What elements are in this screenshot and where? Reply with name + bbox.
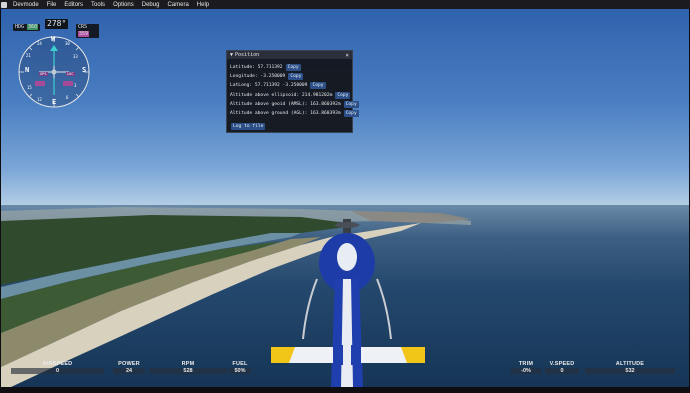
latlong-label: LatLong: 57.711392 -3.250009 — [230, 83, 308, 88]
compass-cardinal-w: W — [51, 35, 56, 43]
hud-trim: TRIM -0% — [511, 361, 541, 374]
compass-instrument: HDG 360 278° CRS 359 W N E S 24 30 33 3 … — [9, 19, 99, 109]
menu-options[interactable]: Options — [109, 2, 138, 8]
hud-airspeed: AIRSPEED 0 — [11, 361, 104, 374]
altitude-ellipsoid-label: Altitude above ellipsoid: 214.981202m — [230, 93, 333, 98]
vspeed-label: V.SPEED — [549, 361, 575, 367]
latitude-row: Latitude: 57.711392 Copy — [230, 64, 301, 71]
rpm-value: 528 — [149, 368, 227, 374]
trim-label: TRIM — [518, 361, 534, 367]
copy-latlong-button[interactable]: Copy — [310, 82, 326, 89]
altitude-amsl-label: Altitude above geoid (AMSL): 163.860392m — [230, 102, 341, 107]
fuel-value: 50% — [229, 368, 251, 374]
copy-longitude-button[interactable]: Copy — [288, 73, 304, 80]
copy-altitude-ellipsoid-button[interactable]: Copy — [335, 92, 351, 99]
power-label: POWER — [118, 361, 140, 367]
position-window-titlebar[interactable]: ▼ Position × — [227, 51, 352, 59]
hdg-label: HDG — [15, 24, 25, 30]
longitude-row: Longitude: -3.250009 Copy — [230, 73, 304, 80]
compass-cardinal-n: N — [25, 66, 30, 74]
altitude-ellipsoid-row: Altitude above ellipsoid: 214.981202m Co… — [230, 92, 351, 99]
hud-fuel: FUEL 50% — [229, 361, 251, 374]
menu-help[interactable]: Help — [193, 2, 213, 8]
compass-num-21: 21 — [26, 53, 31, 58]
hud-altitude: ALTITUDE 532 — [585, 361, 675, 374]
compass-num-6: 6 — [66, 95, 69, 100]
altitude-label: ALTITUDE — [615, 361, 645, 367]
collapse-arrow-icon[interactable]: ▼ — [230, 52, 233, 58]
altitude-agl-label: Altitude above ground (AGL): 163.860393m — [230, 111, 341, 116]
airspeed-label: AIRSPEED — [42, 361, 73, 367]
compass-cardinal-s: S — [82, 66, 87, 74]
compass-num-33: 33 — [73, 54, 78, 59]
menu-tools[interactable]: Tools — [87, 2, 109, 8]
copy-latitude-button[interactable]: Copy — [285, 64, 301, 71]
altitude-value: 532 — [585, 368, 675, 374]
loc-flag: LOC — [66, 72, 75, 76]
menu-devmode[interactable]: Devmode — [9, 2, 43, 8]
latlong-row: LatLong: 57.711392 -3.250009 Copy — [230, 82, 326, 89]
compass-num-24: 24 — [37, 41, 42, 46]
menu-editors[interactable]: Editors — [60, 2, 87, 8]
position-window-title: Position — [235, 52, 260, 58]
fuel-label: FUEL — [232, 361, 248, 367]
trim-value: -0% — [511, 368, 541, 374]
power-value: 24 — [113, 368, 145, 374]
menu-camera[interactable]: Camera — [163, 2, 192, 8]
hud-vspeed: V.SPEED 0 — [545, 361, 579, 374]
gps-flag: GPS — [39, 72, 48, 76]
latitude-label: Latitude: 57.711392 — [230, 65, 283, 70]
heading-readout: 278° — [45, 19, 69, 29]
position-window[interactable]: ▼ Position × Latitude: 57.711392 Copy Lo… — [226, 50, 359, 133]
longitude-label: Longitude: -3.250009 — [230, 74, 286, 79]
copy-altitude-agl-button[interactable]: Copy — [343, 110, 359, 117]
menu-file[interactable]: File — [43, 2, 61, 8]
rpm-label: RPM — [181, 361, 195, 367]
compass-num-30: 30 — [65, 41, 70, 46]
hud-rpm: RPM 528 — [149, 361, 227, 374]
airspeed-value: 0 — [11, 368, 104, 374]
menu-debug[interactable]: Debug — [138, 2, 164, 8]
compass-num-12: 12 — [37, 97, 42, 102]
flight-viewport[interactable]: HDG 360 278° CRS 359 W N E S 24 30 33 3 … — [1, 9, 689, 387]
log-to-file-button[interactable]: Log to file — [231, 123, 266, 130]
vspeed-value: 0 — [545, 368, 579, 374]
altitude-agl-row: Altitude above ground (AGL): 163.860393m… — [230, 110, 359, 117]
menu-bar: Devmode File Editors Tools Options Debug… — [0, 0, 690, 9]
log-row: Log to file — [228, 123, 266, 130]
copy-altitude-amsl-button[interactable]: Copy — [343, 101, 359, 108]
crs-label: CRS — [78, 24, 88, 30]
compass-num-3: 3 — [74, 83, 77, 88]
hdg-readout: HDG 360 — [13, 24, 41, 31]
flight-hud: AIRSPEED 0 POWER 24 RPM 528 FUEL 50% TRI… — [1, 361, 689, 381]
hud-power: POWER 24 — [113, 361, 145, 374]
close-icon[interactable]: × — [345, 52, 349, 59]
altitude-amsl-row: Altitude above geoid (AMSL): 163.860392m… — [230, 101, 359, 108]
app-logo-icon — [1, 1, 7, 8]
compass-num-15: 15 — [27, 85, 32, 90]
hdg-value: 360 — [27, 24, 39, 30]
compass-cardinal-e: E — [52, 98, 57, 106]
